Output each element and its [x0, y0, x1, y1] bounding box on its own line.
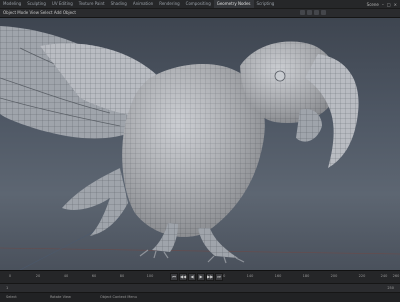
tab-modeling[interactable]: Modeling [0, 0, 24, 8]
workspace-tabs: Modeling Sculpting UV Editing Texture Pa… [0, 0, 277, 8]
tick-label: 100 [146, 274, 154, 278]
viewport-shading-icon[interactable] [300, 10, 305, 15]
jump-start-icon[interactable]: ⏮ [170, 273, 178, 281]
xray-icon[interactable] [314, 10, 319, 15]
tick-label: 140 [246, 274, 254, 278]
object-menu[interactable]: Object Mode View Select Add Object [3, 9, 76, 17]
bird-wireframe-model [0, 26, 400, 270]
tick-label: 200 [330, 274, 338, 278]
tab-rendering[interactable]: Rendering [156, 0, 182, 8]
next-keyframe-icon[interactable]: ▶▶ [206, 273, 214, 281]
tick-label: 80 [119, 274, 125, 278]
frame-end[interactable]: 250 [387, 284, 394, 292]
tab-scripting[interactable]: Scripting [254, 0, 278, 8]
status-bar: Select Rotate View Object Context Menu [0, 292, 400, 302]
timeline: 0 20 40 60 80 100 120 140 160 180 200 22… [0, 270, 400, 302]
maximize-icon[interactable]: □ [387, 2, 391, 7]
play-icon[interactable]: ▶ [197, 273, 205, 281]
status-rotate: Rotate View [50, 295, 71, 299]
tool-icons [300, 10, 326, 15]
tick-label: 20 [35, 274, 41, 278]
tick-label: 180 [302, 274, 310, 278]
tick-label: 160 [274, 274, 282, 278]
tail-feathers [62, 168, 128, 236]
tab-geometry-nodes[interactable]: Geometry Nodes [213, 0, 254, 8]
play-reverse-icon[interactable]: ◀ [188, 273, 196, 281]
tick-label: 220 [358, 274, 366, 278]
frame-start[interactable]: 1 [6, 284, 8, 292]
tick-label: 40 [63, 274, 69, 278]
tick-label: 260 [392, 274, 400, 278]
frame-range: 1 250 [0, 283, 400, 292]
tick-label: 240 [380, 274, 388, 278]
jump-end-icon[interactable]: ⏭ [215, 273, 223, 281]
tab-sculpting[interactable]: Sculpting [24, 0, 49, 8]
tick-label: 60 [91, 274, 97, 278]
eye [274, 70, 286, 82]
window-controls: Scene – □ × [367, 0, 397, 8]
3d-viewport[interactable] [0, 18, 400, 270]
tab-animation[interactable]: Animation [130, 0, 156, 8]
overlay-icon[interactable] [307, 10, 312, 15]
tick-label: 0 [8, 274, 12, 278]
right-leg [198, 228, 238, 258]
close-icon[interactable]: × [394, 2, 397, 7]
solid-shading-icon[interactable] [321, 10, 326, 15]
tab-uv-editing[interactable]: UV Editing [49, 0, 76, 8]
status-select: Select [6, 295, 17, 299]
playback-controls: ⏮ ◀◀ ◀ ▶ ▶▶ ⏭ [170, 273, 223, 281]
scene-label[interactable]: Scene [367, 2, 379, 7]
status-context-menu: Object Context Menu [100, 295, 137, 299]
prev-keyframe-icon[interactable]: ◀◀ [179, 273, 187, 281]
minimize-icon[interactable]: – [382, 2, 384, 7]
header-toolbar: Object Mode View Select Add Object [0, 9, 400, 18]
grid-axis-line [0, 247, 400, 255]
tab-texture-paint[interactable]: Texture Paint [76, 0, 108, 8]
tab-compositing[interactable]: Compositing [183, 0, 214, 8]
title-bar: Modeling Sculpting UV Editing Texture Pa… [0, 0, 400, 9]
tab-shading[interactable]: Shading [108, 0, 130, 8]
